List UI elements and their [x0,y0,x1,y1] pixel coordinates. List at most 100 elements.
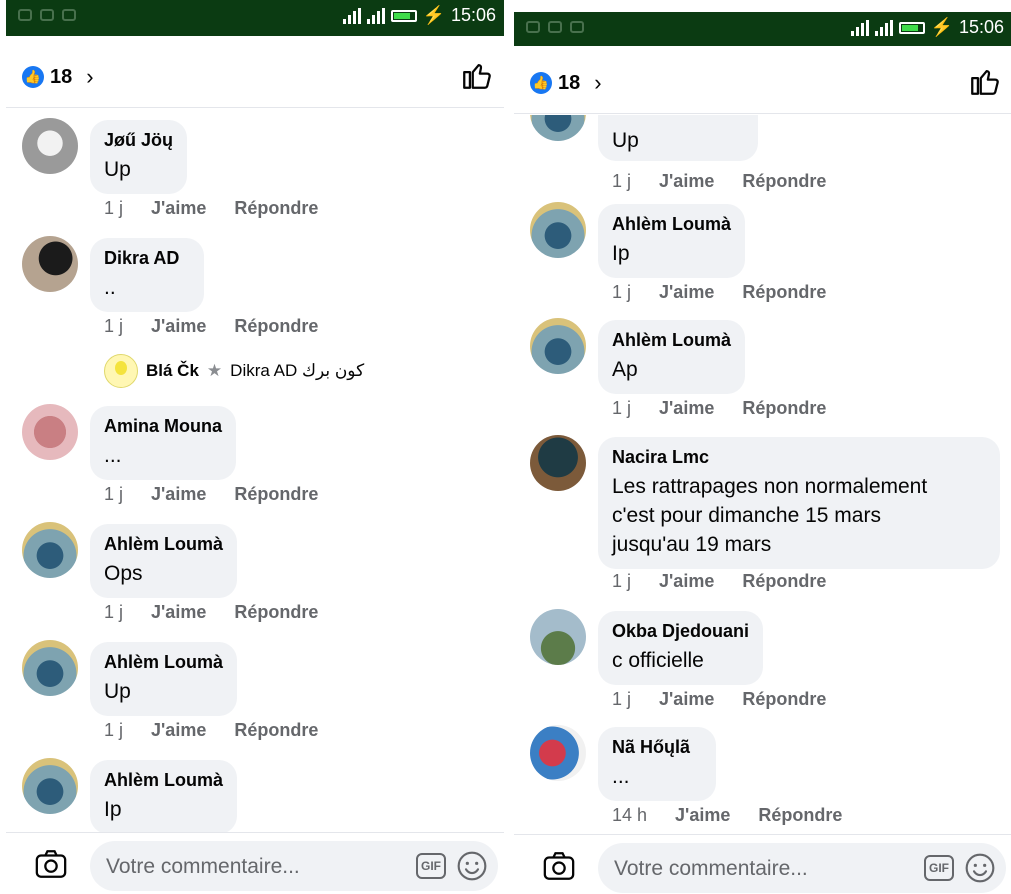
avatar[interactable] [530,725,586,781]
clock: 15:06 [958,17,1004,37]
comment-text: ... [612,765,630,788]
reactions-header: 👍 18 › [514,52,1011,114]
camera-icon[interactable] [542,849,576,883]
like-badge-icon: 👍 [530,72,552,94]
reply-action[interactable]: Répondre [742,282,826,303]
like-action[interactable]: J'aime [151,602,206,623]
comment-composer: Votre commentaire... GIF [6,832,504,894]
comment-time: 1 j [612,398,632,418]
reply-action[interactable]: Répondre [742,571,826,592]
reply-action[interactable]: Répondre [234,484,318,505]
comment-text-line: c'est pour dimanche 15 mars [612,504,881,527]
status-indicators: ⚡ 15:06 [850,17,1004,38]
avatar[interactable] [22,640,78,696]
comment-time: 1 j [612,282,632,302]
reactions-header: 👍 18 › [6,46,504,108]
reply-action[interactable]: Répondre [742,398,826,419]
comment-text-line: Les rattrapages non normalement [612,475,928,498]
comment-bubble: Dikra AD .. [90,238,204,312]
comment-author[interactable]: Ahlèm Loumà [612,330,731,351]
comment-author[interactable]: Ahlèm Loumà [104,770,223,791]
comment-author[interactable]: Nã Hőųlã [612,737,702,758]
avatar[interactable] [22,118,78,174]
like-action[interactable]: J'aime [151,484,206,505]
signal-icon [850,19,869,36]
like-action[interactable]: J'aime [659,571,714,592]
signal-2-icon [366,7,385,24]
reply-action[interactable]: Répondre [758,805,842,826]
comment-meta: 1 j J'aime Répondre [104,720,318,741]
like-action[interactable]: J'aime [659,282,714,303]
comment-bubble: Ahlèm Loumà Ip [90,760,238,834]
avatar[interactable] [530,318,586,374]
comment-text: Ap [612,358,638,381]
avatar[interactable] [530,115,586,141]
reply-avatar [104,354,138,388]
charging-icon: ⚡ [422,5,445,25]
comment-text: Up [612,129,639,152]
like-post-icon[interactable] [460,58,494,92]
comment-text: ... [104,444,122,467]
comment-meta: 1 j J'aime Répondre [612,571,826,592]
avatar[interactable] [530,609,586,665]
comment-author[interactable]: Jøű Jöų [104,130,173,151]
reply-preview[interactable]: Blá Čk ★ Dikra AD كون برك [104,354,364,388]
like-post-icon[interactable] [968,64,1002,98]
reply-action[interactable]: Répondre [234,316,318,337]
reply-action[interactable]: Répondre [234,720,318,741]
like-action[interactable]: J'aime [659,171,714,192]
chevron-right-icon: › [86,64,94,89]
comment-author[interactable]: Nacira Lmc [612,447,986,468]
avatar[interactable] [530,435,586,491]
reply-action[interactable]: Répondre [234,602,318,623]
comment-time: 1 j [104,316,124,336]
comment-bubble: Amina Mouna ... [90,406,237,480]
comment-text: .. [104,276,116,299]
gif-icon[interactable]: GIF [924,855,954,881]
reply-text: Dikra AD كون برك [230,361,365,380]
notification-icons [526,21,584,33]
reaction-summary[interactable]: 👍 18 › [530,70,602,96]
comment-author[interactable]: Okba Djedouani [612,621,749,642]
like-action[interactable]: J'aime [659,398,714,419]
comment-input[interactable]: Votre commentaire... GIF [598,843,1006,893]
avatar[interactable] [22,404,78,460]
like-action[interactable]: J'aime [151,198,206,219]
comment-author[interactable]: Ahlèm Loumà [612,214,731,235]
comment-placeholder: Votre commentaire... [106,855,300,878]
comment-text-line: jusqu'au 19 mars [612,533,772,556]
camera-icon[interactable] [34,847,68,881]
reply-action[interactable]: Répondre [742,689,826,710]
comment-bubble: Ahlèm Loumà Ip [598,204,746,278]
comment-time: 1 j [104,602,124,622]
emoji-icon[interactable] [456,850,488,882]
comment-author[interactable]: Ahlèm Loumà [104,652,223,673]
comment-time: 1 j [104,484,124,504]
comment-time: 1 j [612,571,632,591]
reply-action[interactable]: Répondre [234,198,318,219]
gif-icon[interactable]: GIF [416,853,446,879]
comment-text: Up [104,680,131,703]
emoji-icon[interactable] [964,852,996,884]
comment-meta: 1 j J'aime Répondre [612,398,826,419]
comment-bubble: Okba Djedouani c officielle [598,611,764,685]
status-bar: ⚡ 15:06 [6,0,504,36]
comment-meta: 1 j J'aime Répondre [104,484,318,505]
like-action[interactable]: J'aime [151,720,206,741]
reaction-summary[interactable]: 👍 18 › [22,64,94,90]
comment-author[interactable]: Amina Mouna [104,416,222,437]
comment-author[interactable]: Dikra AD [104,248,190,269]
star-icon: ★ [206,361,223,380]
avatar[interactable] [22,758,78,814]
comment-input[interactable]: Votre commentaire... GIF [90,841,498,891]
like-action[interactable]: J'aime [151,316,206,337]
avatar[interactable] [22,236,78,292]
comment-bubble: Nã Hőųlã ... [598,727,716,801]
avatar[interactable] [22,522,78,578]
reply-action[interactable]: Répondre [742,171,826,192]
like-action[interactable]: J'aime [659,689,714,710]
comment-list: Up 1 j J'aime Répondre Ahlèm Loumà Ip 1 … [514,115,1011,833]
avatar[interactable] [530,202,586,258]
like-action[interactable]: J'aime [675,805,730,826]
comment-author[interactable]: Ahlèm Loumà [104,534,223,555]
